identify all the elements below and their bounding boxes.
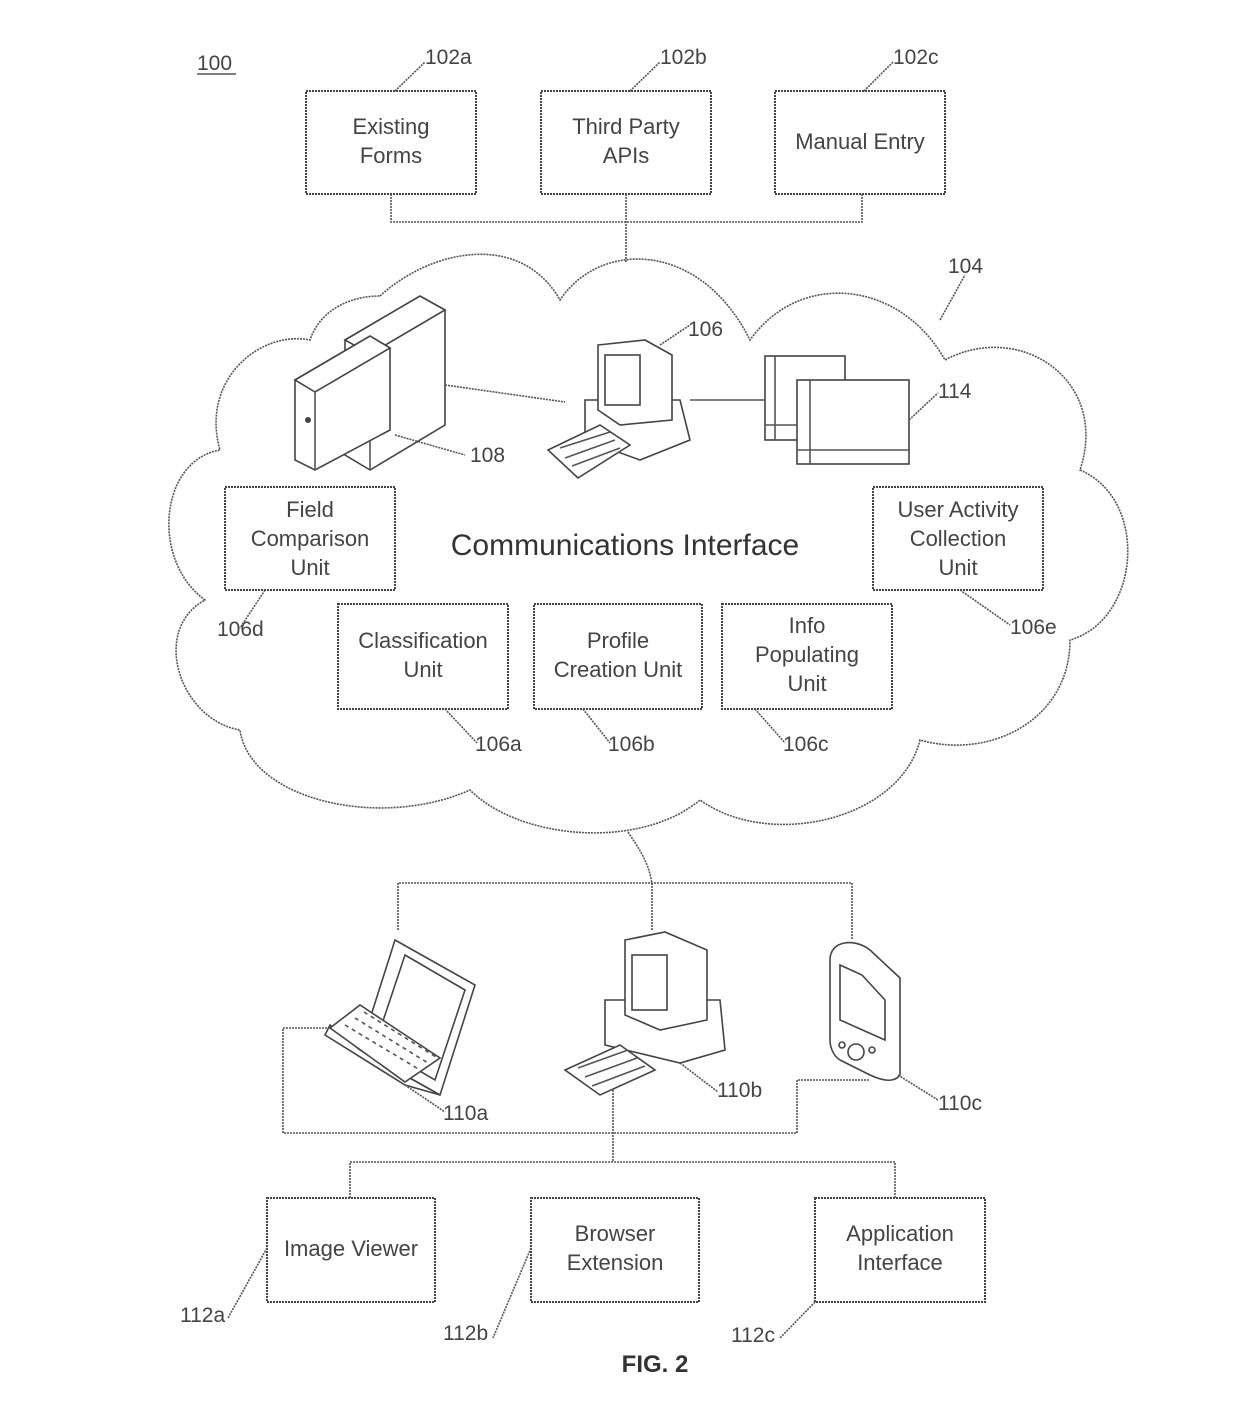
desktop-leader-line [679, 1062, 719, 1093]
ref-label: 102b [660, 46, 707, 69]
mobile-ref-label: 110c [938, 1092, 982, 1115]
interface-browser-extension: Browser Extension 112b [443, 1197, 700, 1345]
unit-label-line1: Profile [587, 628, 649, 653]
leader-line [394, 61, 426, 92]
ref-label: 106d [217, 618, 264, 641]
unit-label-line2: Creation Unit [554, 657, 682, 682]
ref-label: 112a [180, 1304, 225, 1327]
cloud-leader-line [939, 274, 966, 321]
source-existing-forms: Existing Forms 102a [305, 46, 477, 195]
unit-info-populating: Info Populating Unit 106c [721, 603, 893, 756]
unit-label-line2: Unit [403, 657, 442, 682]
unit-label-line3: Unit [787, 671, 826, 696]
computer-ref-label: 106 [688, 318, 723, 341]
interface-image-viewer: Image Viewer 112a [180, 1197, 436, 1327]
laptop-icon [323, 938, 476, 1097]
unit-profile-creation: Profile Creation Unit 106b [533, 603, 703, 756]
server-to-computer-line [444, 384, 566, 403]
unit-label-line3: Unit [938, 555, 977, 580]
unit-label-line2: Comparison [251, 526, 370, 551]
interface-label-line1: Application [846, 1221, 954, 1246]
interface-label-line2: Extension [567, 1250, 664, 1275]
desktop-computer-icon [563, 931, 726, 1096]
server-ref-label: 108 [470, 444, 505, 467]
laptop-ref-label: 110a [443, 1102, 488, 1125]
leader-line [227, 1247, 268, 1319]
unit-label-line2: Collection [910, 526, 1007, 551]
unit-label-line1: Info [789, 613, 826, 638]
mobile-leader-line [897, 1074, 939, 1101]
ref-label: 112b [443, 1322, 488, 1345]
interface-application-interface: Application Interface 112c [731, 1197, 986, 1347]
leader-line [863, 61, 894, 92]
computer-leader-line [659, 324, 691, 346]
ref-label: 106a [475, 733, 522, 756]
ref-label: 112c [731, 1324, 775, 1347]
documents-ref-label: 114 [938, 380, 972, 403]
ref-label: 102c [893, 46, 939, 69]
leader-line [629, 61, 661, 92]
ref-label: 102a [425, 46, 472, 69]
leader-line [959, 589, 1011, 626]
source-label-line2: APIs [603, 143, 649, 168]
cloud-to-devices-line [627, 831, 653, 886]
documents-leader-line [908, 392, 939, 421]
leader-line [754, 708, 786, 744]
unit-label-line1: Classification [358, 628, 488, 653]
cloud-ref-label: 104 [948, 255, 983, 278]
leader-line [492, 1247, 532, 1339]
unit-user-activity-collection: User Activity Collection Unit 106e [872, 486, 1057, 639]
leader-line [444, 708, 478, 744]
desktop-computer-icon [546, 339, 691, 480]
unit-classification: Classification Unit 106a [337, 603, 522, 756]
system-diagram: 100 Existing Forms 102a Third Party APIs… [168, 46, 1129, 1378]
source-label-line1: Existing [352, 114, 429, 139]
interface-label-line1: Browser [575, 1221, 656, 1246]
system-ref-label: 100 [197, 52, 232, 75]
leader-line [582, 708, 611, 744]
ref-label: 106e [1010, 616, 1057, 639]
source-label-line2: Forms [360, 143, 422, 168]
unit-label-line3: Unit [290, 555, 329, 580]
ref-label: 106c [783, 733, 829, 756]
unit-label-line1: Field [286, 497, 334, 522]
unit-label-line2: Populating [755, 642, 859, 667]
documents-icon [764, 355, 910, 465]
interface-label-line2: Interface [857, 1250, 943, 1275]
server-icon [293, 295, 447, 471]
interfaces-bus-line [349, 1161, 896, 1198]
ref-label: 106b [608, 733, 655, 756]
source-label-line1: Manual Entry [795, 129, 925, 154]
source-manual-entry: Manual Entry 102c [774, 46, 946, 195]
mobile-device-icon [829, 941, 901, 1082]
figure-caption: FIG. 2 [622, 1351, 689, 1378]
source-third-party-apis: Third Party APIs 102b [540, 46, 712, 195]
desktop-ref-label: 110b [717, 1079, 762, 1102]
interface-label-line1: Image Viewer [284, 1236, 418, 1261]
devices-bus-line [397, 882, 853, 940]
communications-interface-label: Communications Interface [451, 529, 800, 562]
source-label-line1: Third Party [572, 114, 680, 139]
unit-label-line1: User Activity [897, 497, 1018, 522]
leader-line [779, 1301, 816, 1339]
